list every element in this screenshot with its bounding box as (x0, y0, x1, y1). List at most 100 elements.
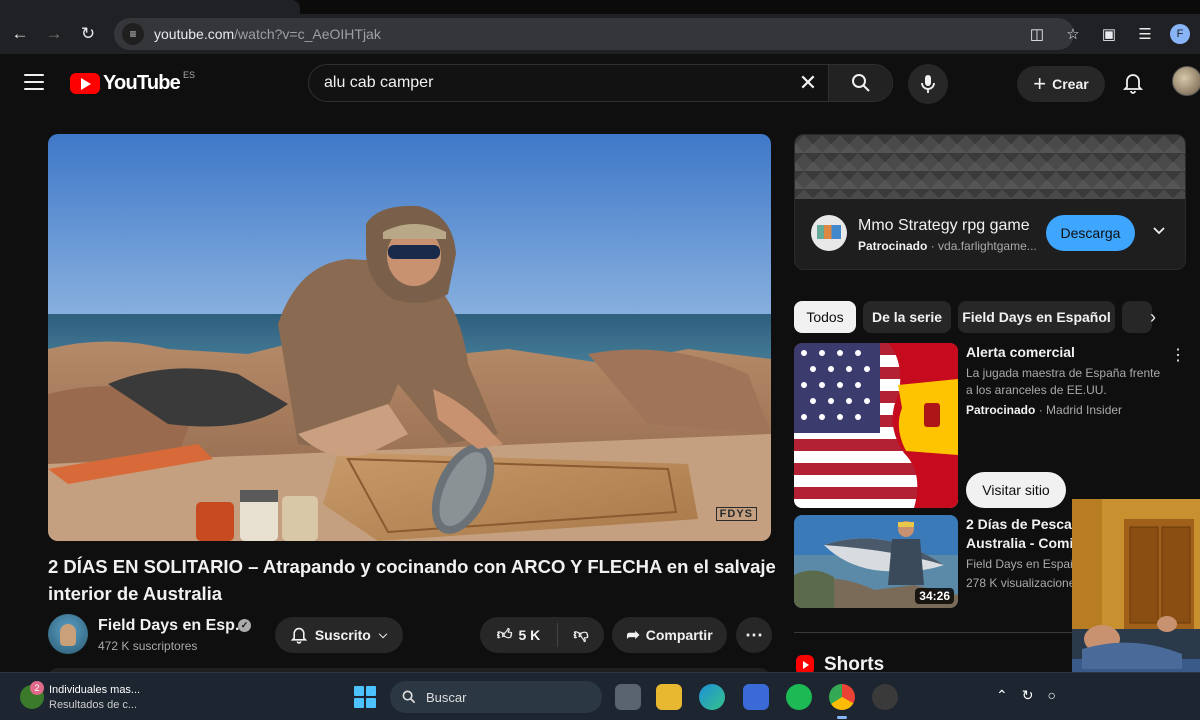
recommendation-thumbnail[interactable]: 34:26 (794, 515, 958, 608)
browser-tabstrip (0, 0, 1200, 14)
cast-icon[interactable]: ◫ (1026, 25, 1048, 43)
video-watermark: FDYS (715, 507, 757, 521)
recommendation-thumbnail[interactable] (794, 343, 958, 508)
notifications-bell-icon[interactable] (1120, 70, 1146, 96)
flags-thumbnail-image (794, 343, 958, 508)
voice-search-button[interactable] (908, 64, 948, 104)
windows-start-icon[interactable] (354, 686, 376, 708)
widget-subline: Resultados de c... (49, 699, 138, 711)
more-actions-button[interactable]: ⋯ (736, 617, 772, 653)
create-button[interactable]: + Crear (1017, 66, 1105, 102)
sidebar-divider (794, 632, 1074, 633)
extensions-icon[interactable]: ▣ (1098, 25, 1120, 43)
recommendation-meta: Patrocinado · Madrid Insider (966, 403, 1122, 417)
create-label: Crear (1052, 76, 1089, 92)
store-icon[interactable] (743, 684, 769, 710)
bell-icon (290, 627, 307, 644)
url-path: /watch?v=c_AeOIHTjak (234, 26, 381, 42)
microphone-icon (921, 75, 935, 93)
subscriber-count: 472 K suscriptores (98, 639, 198, 653)
ad-app-icon (811, 215, 847, 251)
search-input[interactable]: alu cab camper (309, 74, 788, 92)
edge-browser-icon[interactable] (699, 684, 725, 710)
media-icon[interactable]: ☰ (1134, 25, 1156, 43)
task-view-icon[interactable] (615, 684, 641, 710)
sponsored-ad-card[interactable]: Mmo Strategy rpg game Patrocinado · vda.… (794, 134, 1186, 270)
advertiser-name: · Madrid Insider (1035, 403, 1123, 417)
chip-field-days[interactable]: Field Days en Español (958, 301, 1115, 333)
ad-sponsored-label: Patrocinado (858, 239, 928, 253)
forward-icon[interactable]: → (40, 20, 68, 48)
verified-check-icon: ✓ (238, 619, 251, 632)
share-button[interactable]: ➦ Compartir (612, 617, 727, 653)
widget-headline: Individuales mas... (49, 684, 141, 696)
plus-icon: + (1033, 71, 1047, 96)
site-info-icon[interactable]: ≡ (122, 23, 144, 45)
system-tray: ⌃ ↻ ○ (996, 687, 1056, 704)
chip-de-la-serie[interactable]: De la serie (863, 301, 951, 333)
back-icon[interactable]: ← (6, 20, 34, 48)
country-code: ES (182, 69, 195, 80)
taskbar-search-label: Buscar (426, 689, 467, 705)
url-host: youtube.com (154, 26, 235, 42)
like-count: 5 K (518, 627, 541, 643)
chevron-right-icon[interactable]: › (1150, 307, 1172, 329)
reload-icon[interactable]: ↻ (74, 20, 102, 48)
address-bar[interactable]: ≡ youtube.com/watch?v=c_AeOIHTjak (114, 18, 1074, 50)
channel-name[interactable]: Field Days en Esp... (98, 617, 248, 635)
browser-toolbar: ← → ↻ ≡ youtube.com/watch?v=c_AeOIHTjak … (0, 14, 1200, 54)
video-player[interactable]: FDYS (48, 134, 771, 541)
recommendation-description: La jugada maestra de España frente a los… (966, 366, 1161, 397)
widgets-button[interactable]: 2 Individuales mas... Resultados de c... (20, 681, 180, 713)
profile-avatar[interactable]: F (1170, 24, 1190, 44)
bookmark-star-icon[interactable]: ☆ (1062, 25, 1084, 43)
filter-chips: Todos De la serie Field Days en Español (794, 300, 1194, 333)
sponsored-label: Patrocinado (966, 403, 1036, 417)
spotify-icon[interactable] (786, 684, 812, 710)
browser-active-tab[interactable] (0, 0, 300, 14)
logo-wordmark: YouTube (103, 72, 181, 94)
ad-banner-image (795, 135, 1185, 199)
ad-meta: Patrocinado · vda.farlightgame... (858, 239, 1037, 253)
recommendation-item[interactable]: Alerta comercial ⋮ La jugada maestra de … (794, 343, 1194, 508)
sync-icon[interactable]: ↻ (1022, 687, 1034, 704)
subscribed-button[interactable]: Suscrito ⌵ (275, 617, 403, 653)
menu-icon[interactable] (22, 72, 46, 92)
search-box: alu cab camper ✕ (308, 64, 893, 102)
search-icon (402, 690, 416, 704)
chrome-browser-icon[interactable] (829, 684, 855, 719)
ad-domain: · vda.farlightgame... (927, 239, 1037, 253)
like-button[interactable]: 👍︎ 5 K (480, 623, 558, 647)
taskbar-search[interactable]: Buscar (390, 681, 602, 713)
like-dislike-group: 👍︎ 5 K 👎︎ (480, 617, 604, 653)
visit-site-button[interactable]: Visitar sitio (966, 472, 1066, 508)
youtube-header: YouTube ES alu cab camper ✕ + Crear (0, 54, 1200, 112)
thumbs-up-icon: 👍︎ (496, 626, 513, 643)
account-avatar[interactable] (1172, 66, 1200, 96)
windows-taskbar: 2 Individuales mas... Resultados de c...… (0, 672, 1200, 720)
recommendation-title[interactable]: Alerta comercial (966, 343, 1166, 362)
search-button[interactable] (828, 65, 892, 101)
chip-partial[interactable] (1122, 301, 1152, 333)
channel-avatar[interactable] (48, 614, 88, 654)
more-vertical-icon[interactable]: ⋮ (1170, 345, 1186, 365)
clear-search-icon[interactable]: ✕ (788, 70, 828, 96)
chevron-up-icon[interactable]: ⌃ (996, 687, 1008, 704)
notification-badge: 2 (30, 681, 44, 695)
subscribed-label: Suscrito (314, 627, 371, 643)
youtube-logo[interactable]: YouTube ES (70, 69, 195, 95)
dislike-button[interactable]: 👎︎ (558, 626, 604, 644)
chip-todos[interactable]: Todos (794, 301, 856, 333)
share-label: Compartir (645, 627, 713, 643)
app-icon[interactable] (872, 684, 898, 710)
share-arrow-icon: ➦ (626, 627, 640, 644)
recommendation-channel: Field Days en Españo (966, 557, 1084, 571)
chevron-down-icon[interactable] (1151, 223, 1167, 239)
file-explorer-icon[interactable] (656, 684, 682, 710)
video-frame (48, 134, 771, 541)
channel-row: Field Days en Esp... ✓ 472 K suscriptore… (48, 614, 778, 656)
ad-download-button[interactable]: Descarga (1046, 215, 1135, 251)
network-icon[interactable]: ○ (1047, 687, 1055, 704)
chevron-down-icon: ⌵ (378, 628, 388, 641)
youtube-play-icon (70, 73, 100, 94)
